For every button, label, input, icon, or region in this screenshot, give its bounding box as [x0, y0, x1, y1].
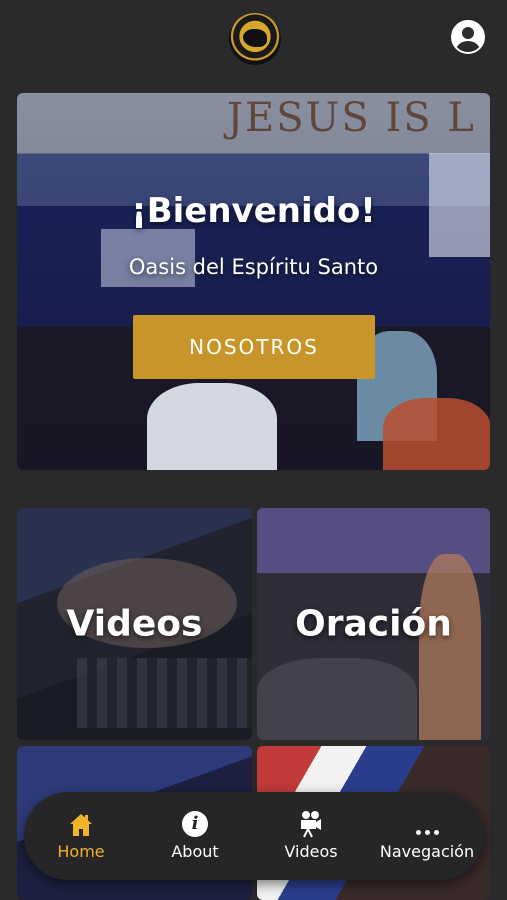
nav-label-navegacion: Navegación [379, 842, 475, 861]
nav-item-navegacion[interactable]: Navegación [372, 808, 482, 868]
hero-person [147, 383, 277, 470]
more-dots-icon [407, 820, 447, 835]
hero-subtitle: Oasis del Espíritu Santo [128, 255, 379, 279]
nav-item-home[interactable]: Home [26, 808, 136, 868]
profile-button[interactable] [451, 20, 485, 54]
video-camera-icon [301, 811, 321, 838]
hero-background-sign: JESUS IS L [227, 95, 476, 141]
top-bar [0, 0, 507, 84]
oracion-tile-label: Oración [295, 603, 452, 645]
church-logo-icon[interactable] [229, 13, 281, 65]
nav-item-about[interactable]: i About [140, 808, 250, 868]
videos-tile-label: Videos [66, 603, 203, 645]
home-icon [70, 814, 92, 836]
oracion-tile[interactable]: Oración [257, 508, 490, 740]
user-circle-icon [462, 27, 474, 39]
videos-tile[interactable]: Videos [17, 508, 252, 740]
tile-image-console [77, 658, 252, 728]
hero-title: ¡Bienvenido! [131, 191, 376, 231]
tile-image-singer [419, 554, 481, 740]
bottom-navigation: Home i About Videos Navegación [24, 792, 484, 880]
nav-item-videos[interactable]: Videos [256, 808, 366, 868]
info-icon: i [182, 811, 208, 837]
user-shoulders [456, 41, 480, 52]
nav-label-about: About [171, 842, 219, 861]
nav-label-home: Home [57, 842, 105, 861]
nosotros-button[interactable]: NOSOTROS [133, 315, 375, 379]
hero-banner: JESUS IS L ¡Bienvenido! Oasis del Espíri… [17, 93, 490, 470]
logo-emblem [243, 29, 267, 47]
hero-person [383, 398, 490, 470]
nav-label-videos: Videos [284, 842, 338, 861]
tile-image-crowd [257, 658, 417, 740]
